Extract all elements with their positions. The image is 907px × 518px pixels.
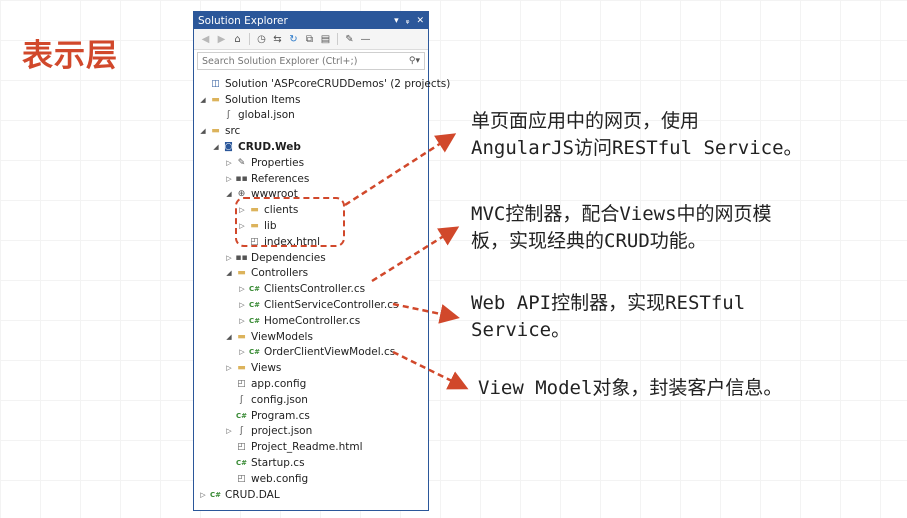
- arrow-to-viewmodel-note: [392, 350, 469, 390]
- arrow-to-spa-note: [344, 133, 457, 207]
- arrow-to-webapi-note: [392, 302, 460, 324]
- annotation-arrows: [344, 133, 469, 390]
- arrow-to-mvc-note: [371, 226, 460, 283]
